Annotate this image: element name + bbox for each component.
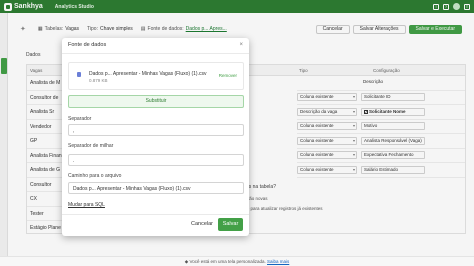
replace-button[interactable]: Substituir xyxy=(68,95,244,108)
bottom-bar: ◆ Você está em uma tela personalizada. S… xyxy=(0,256,474,266)
separator-label: Separador xyxy=(68,116,92,122)
info-icon: ◆ xyxy=(184,259,189,264)
modal-footer: Cancelar Salvar xyxy=(62,214,249,236)
data-source-modal: Fonte de dados × Dados p... Apresentar -… xyxy=(62,38,249,236)
modal-header: Fonte de dados × xyxy=(62,38,249,54)
modal-cancel-button[interactable]: Cancelar xyxy=(191,221,213,227)
uploaded-file: Dados p... Apresentar - Minhas Vagas (Fl… xyxy=(68,62,244,90)
thousands-separator-input[interactable]: . xyxy=(68,154,244,166)
thousands-separator-label: Separador de milhar xyxy=(68,143,114,149)
file-name: Dados p... Apresentar - Minhas Vagas (Fl… xyxy=(89,71,207,77)
learn-more-link[interactable]: Saiba mais xyxy=(267,259,289,264)
file-size: 0.879 KB xyxy=(89,78,108,83)
separator-input[interactable]: , xyxy=(68,124,244,136)
file-path-label: Caminho para o arquivo xyxy=(68,173,122,179)
modal-save-button[interactable]: Salvar xyxy=(218,218,243,231)
close-icon[interactable]: × xyxy=(239,42,243,48)
remove-file-button[interactable]: Remover xyxy=(219,73,237,78)
modal-title: Fonte de dados xyxy=(68,42,107,48)
custom-screen-notice: Você está em uma tela personalizada. xyxy=(189,259,266,264)
file-icon xyxy=(77,72,81,77)
file-path-input[interactable]: Dados p... Apresentar - Minhas Vagas (Fl… xyxy=(68,182,244,194)
switch-to-sql-link[interactable]: Mudar para SQL xyxy=(68,202,105,208)
